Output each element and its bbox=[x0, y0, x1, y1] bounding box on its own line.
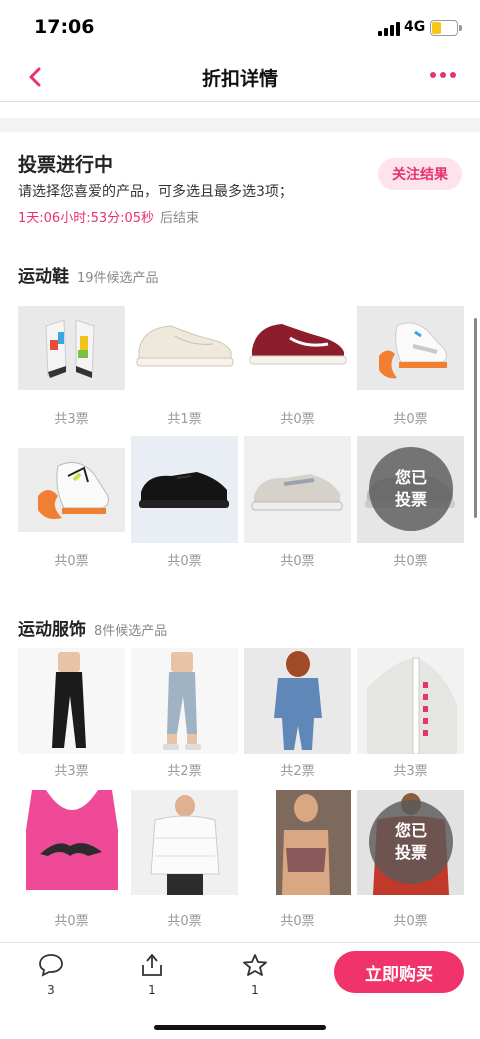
voted-badge-line2: 投票 bbox=[394, 490, 427, 509]
voted-badge-line1: 您已 bbox=[394, 468, 427, 487]
comment-count: 3 bbox=[47, 983, 55, 997]
vote-count: 共2票 bbox=[280, 764, 315, 779]
share-button[interactable]: 1 bbox=[132, 953, 172, 997]
vote-count: 共0票 bbox=[54, 554, 89, 569]
scrollbar[interactable] bbox=[474, 318, 477, 518]
battery-level bbox=[432, 22, 442, 34]
voted-badge: 您已 投票 bbox=[369, 800, 453, 884]
section-count: 19件候选产品 bbox=[77, 271, 159, 286]
product-image[interactable] bbox=[18, 448, 125, 532]
vote-count: 共0票 bbox=[393, 412, 428, 427]
product-image[interactable] bbox=[18, 790, 125, 895]
buy-now-button[interactable]: 立即购买 bbox=[334, 951, 464, 993]
product-image[interactable] bbox=[244, 790, 351, 895]
product-image[interactable] bbox=[18, 306, 125, 390]
vote-count: 共0票 bbox=[280, 554, 315, 569]
section-count: 8件候选产品 bbox=[94, 624, 168, 639]
countdown-timer: 1天:06小时:53分:05秒 bbox=[18, 211, 155, 226]
vote-count: 共0票 bbox=[393, 914, 428, 929]
follow-result-button[interactable]: 关注结果 bbox=[378, 158, 462, 190]
favorite-button[interactable]: 1 bbox=[235, 953, 275, 997]
voted-badge-line2: 投票 bbox=[394, 843, 427, 862]
vote-count: 共1票 bbox=[167, 412, 202, 427]
product-image[interactable] bbox=[131, 648, 238, 754]
section-title-apparel: 运动服饰 8件候选产品 bbox=[18, 615, 167, 640]
home-indicator bbox=[154, 1025, 326, 1030]
status-bar: 17:06 4G bbox=[0, 0, 480, 52]
status-time: 17:06 bbox=[34, 16, 95, 38]
vote-count: 共0票 bbox=[280, 412, 315, 427]
product-image[interactable] bbox=[244, 436, 351, 543]
network-label: 4G bbox=[404, 19, 426, 35]
battery-icon bbox=[430, 20, 458, 36]
countdown: 1天:06小时:53分:05秒 后结束 bbox=[18, 207, 199, 226]
product-image[interactable] bbox=[131, 436, 238, 543]
voted-badge: 您已 投票 bbox=[369, 447, 453, 531]
countdown-suffix: 后结束 bbox=[160, 211, 200, 226]
vote-count: 共2票 bbox=[167, 764, 202, 779]
comment-bubble-icon bbox=[39, 954, 63, 977]
vote-count: 共0票 bbox=[167, 914, 202, 929]
product-image[interactable] bbox=[131, 790, 238, 895]
page-title: 折扣详情 bbox=[201, 68, 278, 90]
voted-badge-line1: 您已 bbox=[394, 821, 427, 840]
bottom-action-bar: 3 1 1 立即购买 bbox=[0, 942, 480, 1039]
vote-count: 共0票 bbox=[167, 554, 202, 569]
vote-count: 共3票 bbox=[54, 764, 89, 779]
section-divider bbox=[0, 118, 480, 132]
section-title: 运动鞋 bbox=[18, 267, 69, 287]
section-title-shoes: 运动鞋 19件候选产品 bbox=[18, 262, 159, 287]
vote-count: 共3票 bbox=[393, 764, 428, 779]
vote-count: 共0票 bbox=[393, 554, 428, 569]
star-icon bbox=[243, 954, 267, 976]
comment-button[interactable]: 3 bbox=[31, 953, 71, 997]
product-image[interactable] bbox=[244, 306, 351, 400]
vote-count: 共0票 bbox=[54, 914, 89, 929]
vote-count: 共0票 bbox=[280, 914, 315, 929]
product-image[interactable] bbox=[18, 648, 125, 754]
vote-status-title: 投票进行中 bbox=[18, 154, 114, 176]
product-image[interactable] bbox=[357, 306, 464, 390]
vote-count: 共3票 bbox=[54, 412, 89, 427]
section-title: 运动服饰 bbox=[18, 620, 86, 640]
product-image[interactable] bbox=[131, 306, 238, 400]
battery-cap bbox=[459, 25, 462, 31]
nav-bar: 折扣详情 bbox=[0, 52, 480, 102]
product-image[interactable] bbox=[357, 648, 464, 754]
signal-icon bbox=[378, 22, 400, 36]
share-count: 1 bbox=[148, 983, 156, 997]
vote-description: 请选择您喜爱的产品，可多选且最多选3项； bbox=[18, 184, 293, 200]
product-image[interactable] bbox=[244, 648, 351, 754]
share-icon bbox=[142, 954, 162, 976]
more-dots-icon[interactable] bbox=[430, 72, 456, 80]
favorite-count: 1 bbox=[251, 983, 259, 997]
